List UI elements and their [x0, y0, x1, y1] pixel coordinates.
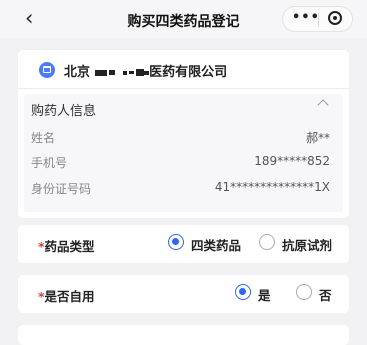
- radio-checked-icon: [168, 234, 184, 250]
- redacted-block: [129, 71, 135, 74]
- redacted-block: [123, 70, 128, 75]
- buyer-info-panel: 购药人信息 姓名 郝** 手机号 189*****852 身份证号码 41***…: [24, 94, 343, 212]
- radio-unchecked-icon: [296, 284, 312, 300]
- buyer-phone-label: 手机号: [31, 156, 68, 170]
- drug-type-card: *药品类型 四类药品 抗原试剂: [18, 225, 349, 263]
- buyer-id-row: 身份证号码 41**************1X: [24, 176, 343, 200]
- store-icon: [39, 62, 55, 78]
- redacted-block: [94, 69, 107, 76]
- buyer-phone-value: 189*****852: [254, 154, 330, 168]
- radio-label: 是: [258, 288, 271, 303]
- mini-program-capsule: •••: [282, 6, 353, 32]
- radio-label: 四类药品: [191, 238, 242, 253]
- more-icon[interactable]: •••: [292, 10, 320, 25]
- redacted-block: [136, 69, 145, 76]
- pharmacy-name-suffix: 医药有限公司: [149, 65, 228, 80]
- radio-label: 抗原试剂: [282, 238, 333, 253]
- pharmacy-row: 北京 医药有限公司: [18, 50, 349, 89]
- buyer-phone-row: 手机号 189*****852: [24, 150, 343, 174]
- buyer-id-label: 身份证号码: [31, 182, 92, 196]
- redacted-block: [108, 70, 115, 75]
- buyer-name-value: 郝**: [305, 131, 330, 145]
- self-use-card: *是否自用 是 否: [18, 275, 349, 313]
- nav-bar: ‹ 购买四类药品登记 •••: [0, 0, 367, 38]
- buyer-name-label: 姓名: [31, 131, 56, 145]
- buyer-id-value: 41**************1X: [214, 180, 330, 194]
- chevron-up-icon[interactable]: [317, 99, 329, 111]
- buyer-info-title: 购药人信息: [31, 104, 97, 119]
- pharmacy-name-prefix: 北京: [64, 65, 91, 80]
- pharmacy-card: 北京 医药有限公司 购药人信息 姓名 郝** 手机号 189*****852 身…: [18, 50, 349, 218]
- radio-unchecked-icon: [259, 234, 275, 250]
- drug-type-label-text: 药品类型: [44, 239, 95, 254]
- radio-checked-icon: [235, 284, 251, 300]
- capsule-divider: [318, 13, 319, 26]
- drug-type-label: *药品类型: [38, 236, 95, 255]
- radio-label: 否: [319, 288, 332, 303]
- self-use-label: *是否自用: [38, 286, 95, 305]
- self-use-label-text: 是否自用: [44, 289, 95, 304]
- pharmacy-name: 北京 医药有限公司: [64, 61, 227, 80]
- buyer-name-row: 姓名 郝**: [24, 125, 343, 149]
- close-target-icon[interactable]: [328, 11, 342, 25]
- next-card-partial: [18, 325, 349, 345]
